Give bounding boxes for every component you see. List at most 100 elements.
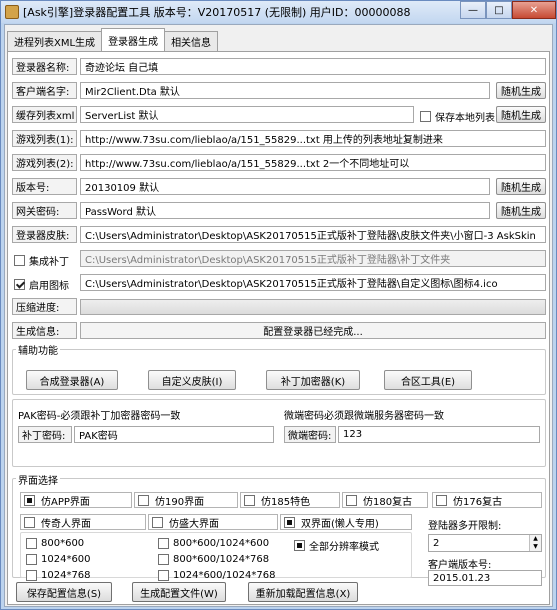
patch-password-label: 补丁密码: bbox=[18, 426, 72, 443]
ui-176-option[interactable]: 仿176复古 bbox=[432, 492, 542, 508]
window-title: [Ask引擎]登录器配置工具 版本号：V20170517 (无限制) 用户ID：… bbox=[23, 6, 411, 19]
res-800-1024-768-label: 800*600/1024*768 bbox=[173, 554, 270, 565]
ui-180-option[interactable]: 仿180复古 bbox=[342, 492, 428, 508]
multi-open-value: 2 bbox=[433, 537, 440, 549]
ui-dual-option[interactable]: 双界面(懒人专用) bbox=[280, 514, 412, 530]
compress-progress-label: 压缩进度: bbox=[12, 298, 77, 315]
res-all-mode-label: 全部分辨率模式 bbox=[309, 542, 379, 553]
micro-note: 微端密码必须跟微端服务器密码一致 bbox=[284, 411, 444, 422]
skin-path-input[interactable]: C:\Users\Administrator\Desktop\ASK201705… bbox=[80, 226, 546, 243]
client-area: 进程列表XML生成 登录器生成 相关信息 登录器名称: 奇迹论坛 自己填 客户端… bbox=[4, 24, 553, 607]
tab-related-info[interactable]: 相关信息 bbox=[164, 31, 219, 51]
login-name-input[interactable]: 奇迹论坛 自己填 bbox=[80, 58, 546, 75]
custom-skin-button[interactable]: 自定义皮肤(I) bbox=[148, 370, 236, 390]
ui-180-label: 仿180复古 bbox=[363, 496, 413, 508]
res-1024-600-768[interactable]: 1024*600/1024*768 bbox=[158, 570, 275, 581]
res-800-1024-768[interactable]: 800*600/1024*768 bbox=[158, 554, 269, 565]
minimize-button[interactable]: — bbox=[460, 1, 486, 19]
res-1024-600[interactable]: 1024*600 bbox=[26, 554, 91, 565]
password-random-button[interactable]: 随机生成 bbox=[496, 202, 546, 219]
multi-open-label: 登陆器多开限制: bbox=[428, 521, 502, 532]
tab-login-generate[interactable]: 登录器生成 bbox=[101, 28, 166, 51]
spin-up-icon[interactable]: ▲ bbox=[530, 535, 541, 543]
micro-password-input[interactable]: 123 bbox=[338, 426, 540, 443]
checkbox-icon bbox=[24, 516, 35, 528]
cache-list-label: 缓存列表xml bbox=[12, 106, 77, 123]
ui-185-option[interactable]: 仿185特色 bbox=[240, 492, 340, 508]
res-1024-768-label: 1024*768 bbox=[41, 570, 91, 581]
gen-info-output: 配置登录器已经完成... bbox=[80, 322, 546, 339]
version-input[interactable]: 20130109 默认 bbox=[80, 178, 490, 195]
patch-password-input[interactable]: PAK密码 bbox=[74, 426, 274, 443]
ui-legend-option[interactable]: 传奇人界面 bbox=[20, 514, 146, 530]
cache-list-random-button[interactable]: 随机生成 bbox=[496, 106, 546, 123]
patch-path-input[interactable]: C:\Users\Administrator\Desktop\ASK201705… bbox=[80, 250, 546, 267]
maximize-button[interactable]: □ bbox=[486, 1, 512, 19]
login-generate-panel: 登录器名称: 奇迹论坛 自己填 客户端名字: Mir2Client.Dta 默认… bbox=[7, 51, 550, 605]
save-local-list-checkbox[interactable]: 保存本地列表 bbox=[420, 109, 495, 124]
game-list-2-input[interactable]: http://www.73su.com/lieblao/a/151_55829.… bbox=[80, 154, 546, 171]
integrate-patch-checkbox[interactable]: 集成补丁 bbox=[14, 253, 69, 268]
pak-note: PAK密码-必须跟补丁加密器密码一致 bbox=[18, 411, 181, 422]
checkbox-icon bbox=[346, 494, 357, 506]
client-name-label: 客户端名字: bbox=[12, 82, 77, 99]
reload-config-button[interactable]: 重新加载配置信息(X) bbox=[248, 582, 358, 602]
spin-down-icon[interactable]: ▼ bbox=[530, 543, 541, 551]
tab-bar: 进程列表XML生成 登录器生成 相关信息 bbox=[7, 28, 219, 51]
close-button[interactable]: ✕ bbox=[512, 1, 556, 19]
ui-legend-label: 传奇人界面 bbox=[41, 518, 91, 530]
gen-info-label: 生成信息: bbox=[12, 322, 77, 339]
cache-list-input[interactable]: ServerList 默认 bbox=[80, 106, 414, 123]
compress-progress-bar bbox=[80, 299, 546, 315]
res-800-1024-600-label: 800*600/1024*600 bbox=[173, 538, 270, 549]
res-800-1024-600[interactable]: 800*600/1024*600 bbox=[158, 538, 269, 549]
checkbox-icon bbox=[158, 554, 169, 565]
patch-encrypt-button[interactable]: 补丁加密器(K) bbox=[266, 370, 360, 390]
client-name-random-button[interactable]: 随机生成 bbox=[496, 82, 546, 99]
tab-process-xml[interactable]: 进程列表XML生成 bbox=[7, 31, 103, 51]
checkbox-icon bbox=[158, 570, 169, 581]
checkbox-checked-icon bbox=[24, 494, 35, 506]
merge-zone-tool-button[interactable]: 合区工具(E) bbox=[384, 370, 472, 390]
client-name-input[interactable]: Mir2Client.Dta 默认 bbox=[80, 82, 490, 99]
ui-190-label: 仿190界面 bbox=[155, 496, 205, 508]
ui-shanda-option[interactable]: 仿盛大界面 bbox=[148, 514, 278, 530]
res-all-mode[interactable]: 全部分辨率模式 bbox=[294, 538, 379, 553]
title-bar[interactable]: [Ask引擎]登录器配置工具 版本号：V20170517 (无限制) 用户ID：… bbox=[1, 1, 556, 23]
ui-app-option[interactable]: 仿APP界面 bbox=[20, 492, 132, 508]
merge-login-button[interactable]: 合成登录器(A) bbox=[26, 370, 118, 390]
checkbox-icon bbox=[26, 570, 37, 581]
checkbox-icon bbox=[14, 255, 25, 266]
app-logo-icon bbox=[5, 5, 19, 19]
res-1024-768[interactable]: 1024*768 bbox=[26, 570, 91, 581]
client-version-input[interactable]: 2015.01.23 bbox=[428, 570, 542, 586]
game-list-2-label: 游戏列表(2): bbox=[12, 154, 77, 171]
checkbox-checked-icon bbox=[14, 279, 25, 290]
checkbox-icon bbox=[420, 111, 431, 122]
generate-config-button[interactable]: 生成配置文件(W) bbox=[132, 582, 226, 602]
checkbox-icon bbox=[26, 538, 37, 549]
login-name-label: 登录器名称: bbox=[12, 58, 77, 75]
multi-open-spinner[interactable]: 2 ▲ ▼ bbox=[428, 534, 542, 552]
enable-icon-checkbox[interactable]: 启用图标 bbox=[14, 277, 69, 292]
icon-path-input[interactable]: C:\Users\Administrator\Desktop\ASK201705… bbox=[80, 274, 546, 291]
ui-shanda-label: 仿盛大界面 bbox=[169, 518, 219, 530]
save-config-button[interactable]: 保存配置信息(S) bbox=[16, 582, 112, 602]
checkbox-icon bbox=[158, 538, 169, 549]
ui-185-label: 仿185特色 bbox=[261, 496, 311, 508]
ui-app-label: 仿APP界面 bbox=[41, 496, 90, 508]
gateway-password-label: 网关密码: bbox=[12, 202, 77, 219]
game-list-1-input[interactable]: http://www.73su.com/lieblao/a/151_55829.… bbox=[80, 130, 546, 147]
assist-title: 辅助功能 bbox=[16, 342, 60, 357]
ui-dual-label: 双界面(懒人专用) bbox=[301, 518, 379, 530]
res-1024-600-label: 1024*600 bbox=[41, 554, 91, 565]
save-local-list-label: 保存本地列表 bbox=[435, 113, 495, 124]
res-800-600[interactable]: 800*600 bbox=[26, 538, 84, 549]
version-random-button[interactable]: 随机生成 bbox=[496, 178, 546, 195]
gateway-password-input[interactable]: PassWord 默认 bbox=[80, 202, 490, 219]
checkbox-icon bbox=[152, 516, 163, 528]
integrate-patch-label: 集成补丁 bbox=[29, 257, 69, 268]
skin-label: 登录器皮肤: bbox=[12, 226, 77, 243]
checkbox-icon bbox=[138, 494, 149, 506]
ui-190-option[interactable]: 仿190界面 bbox=[134, 492, 238, 508]
